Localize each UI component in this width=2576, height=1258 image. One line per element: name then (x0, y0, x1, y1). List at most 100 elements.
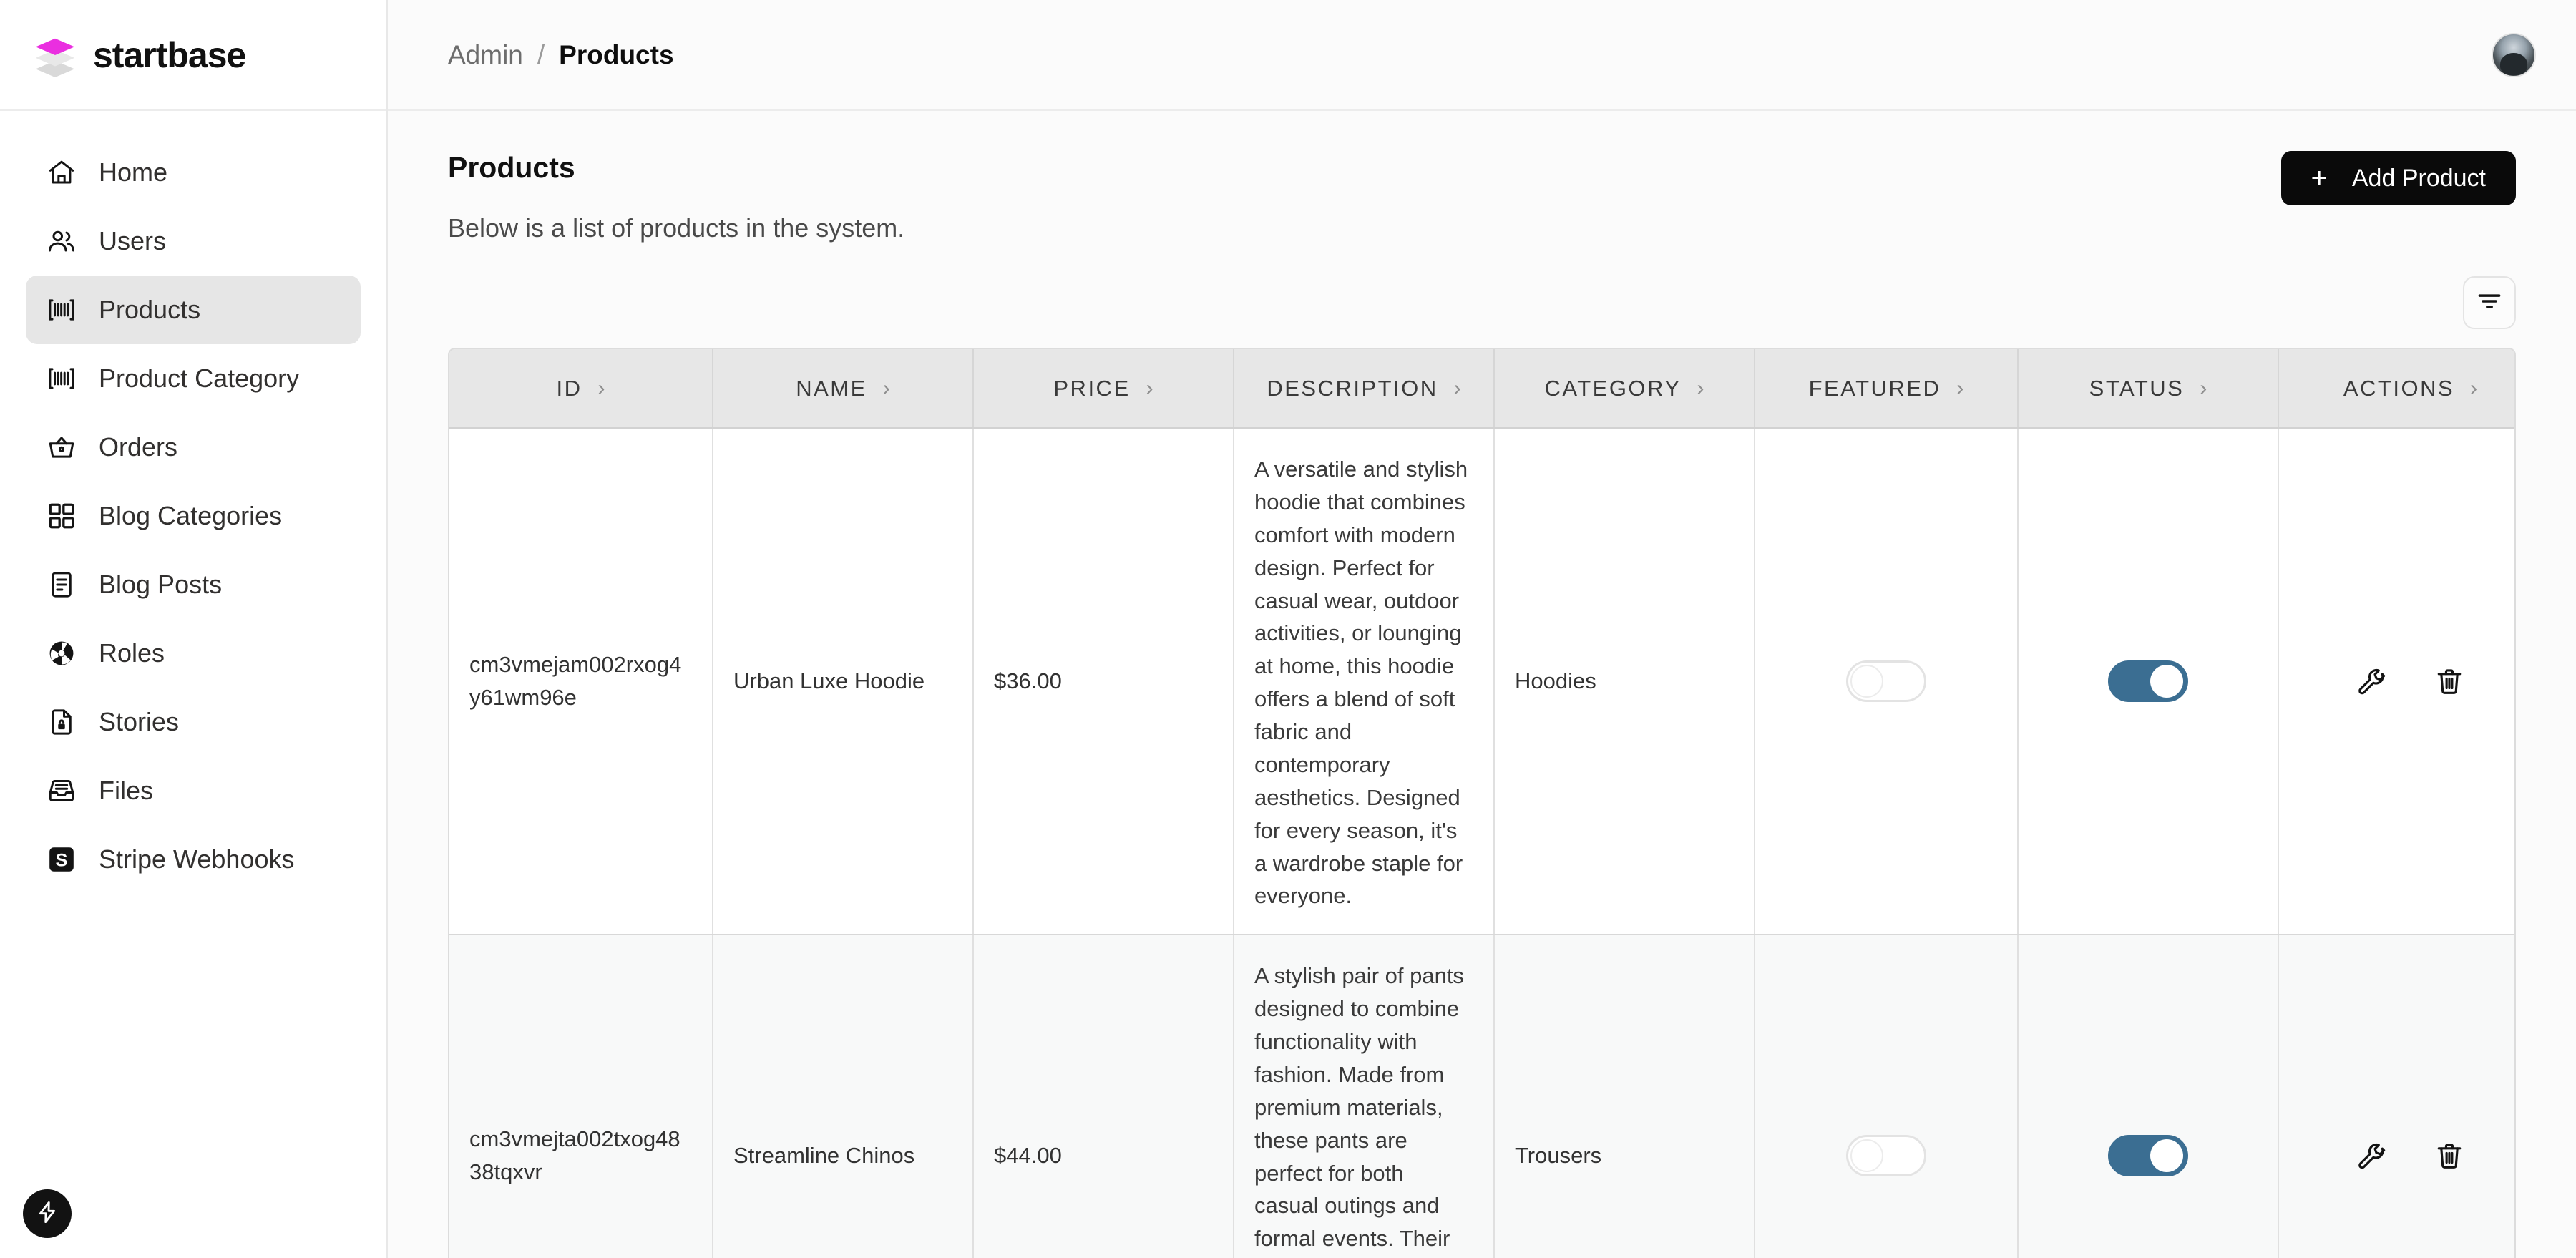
cell-category: Hoodies (1494, 428, 1755, 936)
trash-icon[interactable] (2434, 1141, 2464, 1171)
breadcrumb-current: Products (559, 39, 674, 69)
featured-toggle[interactable] (1846, 1134, 1926, 1176)
column-header-description[interactable]: DESCRIPTION › (1234, 349, 1495, 429)
cell-status (2018, 428, 2279, 936)
sidebar-item-label: Users (99, 226, 167, 255)
products-table: ID › NAME › PRICE › DESCRIPTION › CATEGORY › … (449, 349, 2514, 1258)
brand[interactable]: startbase (0, 0, 386, 111)
cell-featured (1755, 935, 2019, 1258)
cell-name: Urban Luxe Hoodie (713, 428, 974, 936)
column-header-actions[interactable]: ACTIONS › (2278, 349, 2514, 429)
breadcrumb-root[interactable]: Admin (448, 40, 523, 70)
chevron-right-icon: › (882, 376, 890, 400)
grid-icon (46, 500, 77, 532)
featured-toggle[interactable] (1846, 660, 1926, 703)
page-header: Products Below is a list of products in … (448, 151, 2516, 243)
startbase-layers-icon (33, 33, 77, 77)
wrench-icon[interactable] (2357, 666, 2387, 696)
sidebar-item-label: Blog Categories (99, 501, 283, 530)
page-subtitle: Below is a list of products in the syste… (448, 213, 905, 243)
column-label: ID (556, 375, 582, 401)
home-icon (46, 157, 77, 188)
chevron-right-icon: › (597, 376, 605, 400)
table-body: cm3vmejam002rxog4y61wm96e Urban Luxe Hoo… (449, 428, 2514, 1258)
users-icon (46, 225, 77, 257)
column-label: PRICE (1053, 375, 1131, 401)
lightning-bolt-icon (35, 1200, 59, 1228)
avatar[interactable] (2492, 32, 2536, 77)
filter-button[interactable] (2463, 276, 2516, 329)
page-title: Products (448, 151, 575, 184)
sidebar-item-label: Roles (99, 638, 165, 668)
page-content: Products Below is a list of products in … (388, 111, 2576, 1258)
toggle-knob (1850, 665, 1883, 698)
breadcrumb-separator: / (537, 39, 545, 69)
sidebar-item-label: Home (99, 157, 168, 187)
column-label: ACTIONS (2343, 375, 2455, 401)
table-head: ID › NAME › PRICE › DESCRIPTION › CATEGORY › … (449, 349, 2514, 429)
cell-category: Trousers (1494, 935, 1755, 1258)
topbar: Admin / Products (388, 0, 2576, 111)
sidebar-item-blog-categories[interactable]: Blog Categories (26, 482, 361, 550)
sidebar-item-label: Stripe Webhooks (99, 844, 295, 874)
chevron-right-icon: › (2470, 376, 2478, 400)
column-header-status[interactable]: STATUS › (2018, 349, 2279, 429)
sidebar-item-roles[interactable]: Roles (26, 619, 361, 688)
sidebar-item-label: Product Category (99, 364, 300, 393)
svg-text:S: S (56, 850, 68, 870)
add-product-button[interactable]: + Add Product (2280, 151, 2516, 205)
document-icon (46, 569, 77, 600)
cell-description: A stylish pair of pants designed to comb… (1234, 935, 1495, 1258)
wrench-icon[interactable] (2357, 1141, 2387, 1171)
cell-status (2018, 935, 2279, 1258)
breadcrumb: Admin / Products (448, 40, 674, 70)
table-toolbar (448, 276, 2516, 329)
document-lock-icon (46, 706, 77, 738)
sidebar-item-files[interactable]: Files (26, 756, 361, 825)
column-header-id[interactable]: ID › (449, 349, 713, 429)
table-row: cm3vmejam002rxog4y61wm96e Urban Luxe Hoo… (449, 428, 2514, 936)
column-header-price[interactable]: PRICE › (973, 349, 1234, 429)
column-header-featured[interactable]: FEATURED › (1755, 349, 2019, 429)
sidebar-item-users[interactable]: Users (26, 207, 361, 276)
cell-actions (2278, 935, 2514, 1258)
chevron-right-icon: › (1453, 376, 1461, 400)
chevron-right-icon: › (1697, 376, 1704, 400)
sidebar-item-product-category[interactable]: Product Category (26, 344, 361, 413)
chevron-right-icon: › (1956, 376, 1964, 400)
sidebar-item-stripe-webhooks[interactable]: S Stripe Webhooks (26, 825, 361, 894)
basket-icon (46, 431, 77, 463)
sidebar-item-home[interactable]: Home (26, 138, 361, 207)
table-header-row: ID › NAME › PRICE › DESCRIPTION › CATEGORY › … (449, 349, 2514, 429)
status-toggle[interactable] (2108, 1134, 2188, 1176)
cell-featured (1755, 428, 2019, 936)
sidebar-item-products[interactable]: Products (26, 276, 361, 344)
chevron-right-icon: › (2200, 376, 2207, 400)
add-product-label: Add Product (2351, 164, 2486, 192)
page-header-text: Products Below is a list of products in … (448, 151, 904, 243)
sidebar-item-label: Blog Posts (99, 570, 223, 599)
cell-description: A versatile and stylish hoodie that comb… (1234, 428, 1495, 936)
trash-icon[interactable] (2434, 666, 2464, 696)
file-tray-icon (46, 775, 77, 806)
cell-id: cm3vmejam002rxog4y61wm96e (449, 428, 713, 936)
sidebar-item-orders[interactable]: Orders (26, 413, 361, 482)
sidebar-item-stories[interactable]: Stories (26, 688, 361, 756)
column-label: STATUS (2089, 375, 2185, 401)
barcode-icon (46, 294, 77, 326)
cell-price: $36.00 (973, 428, 1234, 936)
sidebar-item-label: Orders (99, 432, 178, 462)
cell-id: cm3vmejta002txog4838tqxvr (449, 935, 713, 1258)
status-toggle[interactable] (2108, 660, 2188, 703)
sidebar-item-blog-posts[interactable]: Blog Posts (26, 550, 361, 619)
products-table-container: ID › NAME › PRICE › DESCRIPTION › CATEGORY › … (448, 348, 2516, 1258)
column-header-category[interactable]: CATEGORY › (1494, 349, 1755, 429)
roles-badge-icon (46, 638, 77, 669)
cell-actions (2278, 428, 2514, 936)
table-row: cm3vmejta002txog4838tqxvr Streamline Chi… (449, 935, 2514, 1258)
quick-action-button[interactable] (23, 1189, 72, 1238)
toggle-knob (2150, 1138, 2183, 1172)
sidebar: startbase Home Users Products Product Ca… (0, 0, 388, 1258)
main-area: Admin / Products Products Below is a lis… (388, 0, 2576, 1258)
column-header-name[interactable]: NAME › (713, 349, 974, 429)
